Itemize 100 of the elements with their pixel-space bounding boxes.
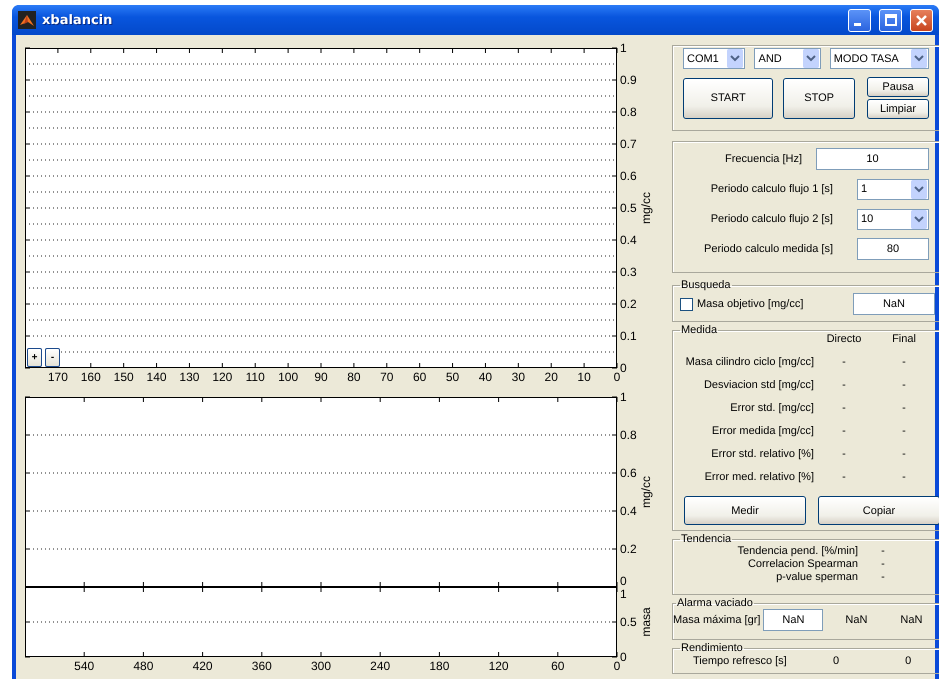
row-label: Correlacion Spearman xyxy=(748,558,858,571)
tick-label: 0.8 xyxy=(620,105,637,119)
checkbox-label: Masa objetivo [mg/cc] xyxy=(697,298,804,310)
row-label: Error std. [mg/cc] xyxy=(729,401,814,416)
large-button[interactable]: STOP xyxy=(783,78,855,118)
table-cell: - xyxy=(881,545,885,558)
action-button[interactable]: Copiar xyxy=(818,496,939,525)
table-cell-text: - xyxy=(901,424,907,439)
table-cell: - xyxy=(881,558,885,571)
tick-label: 0 xyxy=(620,361,627,375)
tick-label: 0.4 xyxy=(620,233,637,247)
group-title: Medida xyxy=(680,324,718,336)
close-button[interactable] xyxy=(910,8,933,32)
table-cell-text: - xyxy=(841,470,847,485)
tick-label: 0.5 xyxy=(620,615,637,629)
column-header: Final xyxy=(891,332,917,347)
input-field[interactable]: NaN xyxy=(853,293,935,315)
table-cell-text: - xyxy=(901,401,907,416)
table-cell-text: - xyxy=(901,447,907,462)
checkbox[interactable] xyxy=(680,298,693,310)
group-title: Alarma vaciado xyxy=(676,597,754,609)
table-cell-text: NaN xyxy=(844,614,868,626)
tick-label: 0 xyxy=(620,650,627,664)
table-cell-text: - xyxy=(901,378,907,393)
tick-label: 1 xyxy=(620,390,627,404)
row-label: Error medida [mg/cc] xyxy=(710,424,814,439)
tick-label: 10 xyxy=(577,370,591,384)
dropdown[interactable]: MODO TASA xyxy=(830,48,929,69)
tick-label: 110 xyxy=(246,370,265,384)
table-cell-text: NaN xyxy=(899,614,924,626)
table-cell-text: - xyxy=(901,470,907,485)
minimize-button[interactable] xyxy=(848,8,871,32)
tick-label: 30 xyxy=(512,370,526,384)
tick-label: 120 xyxy=(212,370,232,384)
field-label: Frecuencia [Hz] xyxy=(724,153,802,165)
tick-label: 90 xyxy=(314,370,328,384)
tick-label: 1 xyxy=(620,587,627,601)
table-cell-text: - xyxy=(841,447,847,462)
action-button[interactable]: Medir xyxy=(684,496,806,525)
table-cell-text: - xyxy=(901,355,907,370)
tick-label: 0.3 xyxy=(620,265,637,279)
dropdown[interactable]: 1 xyxy=(857,178,929,200)
tick-label: 0.2 xyxy=(620,542,637,556)
tick-label: 70 xyxy=(380,370,394,384)
tick-label: 120 xyxy=(488,659,509,673)
row-label: Tendencia pend. [%/min] xyxy=(738,545,858,558)
zoom-out-button[interactable]: - xyxy=(45,348,60,367)
tick-label: 240 xyxy=(370,659,390,673)
tick-label: 0.2 xyxy=(620,297,637,311)
field-label: Masa máxima [gr] xyxy=(673,614,760,626)
tick-label: 140 xyxy=(146,370,167,384)
zoom-in-button[interactable]: + xyxy=(27,348,42,367)
tick-label: 0.8 xyxy=(620,428,637,442)
app-icon xyxy=(18,11,36,29)
tick-label: 0 xyxy=(614,659,620,673)
axis-title: masa xyxy=(639,607,653,637)
table-cell: - xyxy=(881,571,885,584)
tick-label: 480 xyxy=(133,659,154,673)
field-label: Periodo calculo flujo 1 [s] xyxy=(710,183,833,195)
dropdown[interactable]: COM1 xyxy=(683,48,746,69)
tick-label: 1 xyxy=(620,41,627,55)
tick-label: 150 xyxy=(114,370,134,384)
row-label: Error std. relativo [%] xyxy=(710,447,814,462)
tick-label: 420 xyxy=(192,659,213,673)
group-title: Busqueda xyxy=(680,279,732,291)
tick-label: 540 xyxy=(74,659,94,673)
tick-label: 360 xyxy=(252,659,272,673)
row-label: Desviacion std [mg/cc] xyxy=(702,378,814,393)
axis-title: mg/cc xyxy=(639,476,653,508)
maximize-button[interactable] xyxy=(879,8,902,32)
tick-label: 0.9 xyxy=(620,73,637,87)
window-title: xbalancin xyxy=(42,12,114,28)
dropdown[interactable]: AND xyxy=(754,48,821,69)
axis-title: mg/cc xyxy=(639,192,653,224)
input-field[interactable]: 10 xyxy=(816,148,929,170)
tick-label: 0.5 xyxy=(620,201,637,215)
table-cell-text: - xyxy=(841,355,847,370)
input-field[interactable]: 80 xyxy=(857,238,929,260)
table-cell: 0 xyxy=(833,655,840,667)
tick-label: 0.6 xyxy=(620,169,637,183)
tick-label: 130 xyxy=(179,370,200,384)
tick-label: 0.6 xyxy=(620,466,637,480)
tick-label: 50 xyxy=(446,370,460,384)
large-button[interactable]: START xyxy=(683,78,774,118)
small-button[interactable]: Pausa xyxy=(867,77,929,97)
field-label: Periodo calculo medida [s] xyxy=(704,243,833,255)
table-cell-text: - xyxy=(841,401,847,416)
input-field[interactable]: NaN xyxy=(763,609,824,631)
tick-label: 300 xyxy=(310,659,332,673)
tick-label: 80 xyxy=(347,370,361,384)
maximize-icon xyxy=(884,14,896,26)
dropdown[interactable]: 10 xyxy=(857,208,929,230)
tick-label: 40 xyxy=(478,370,492,384)
tick-label: 0 xyxy=(614,370,620,384)
tick-label: 160 xyxy=(80,370,101,384)
tick-label: 0.4 xyxy=(620,504,637,518)
group-title: Tendencia xyxy=(680,533,732,545)
small-button[interactable]: Limpiar xyxy=(867,99,929,119)
tick-label: 0 xyxy=(620,574,627,587)
tick-label: 170 xyxy=(48,370,68,384)
